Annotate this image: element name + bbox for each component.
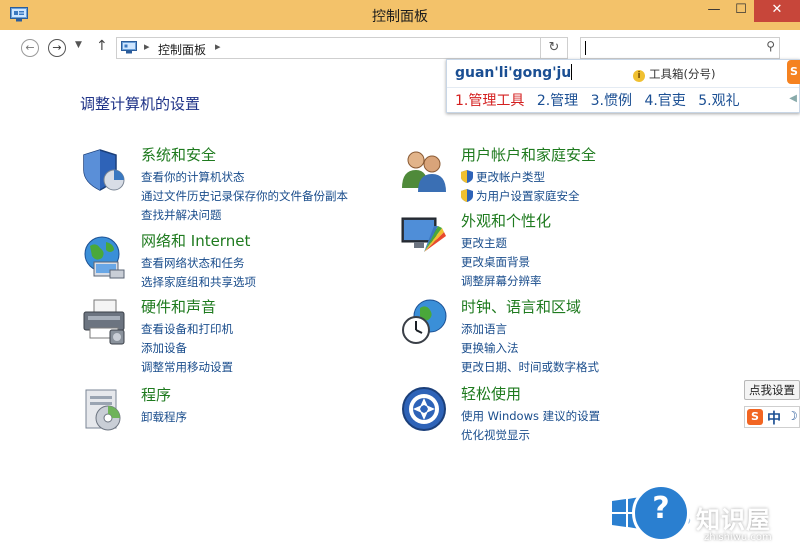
ime-toolbox-button[interactable]: i 工具箱(分号) xyxy=(633,66,715,82)
link-family-safety[interactable]: 为用户设置家庭安全 xyxy=(461,187,580,206)
link-add-device[interactable]: 添加设备 xyxy=(141,339,233,358)
toolbox-icon: i xyxy=(633,70,645,82)
title-bar: 控制面板 — ☐ ✕ xyxy=(0,0,800,30)
back-button[interactable]: ← xyxy=(21,39,39,57)
ime-page-prev-icon[interactable]: ◀ xyxy=(789,93,797,104)
search-icon[interactable]: ⚲ xyxy=(766,39,775,53)
window-title: 控制面板 xyxy=(372,9,428,25)
search-input[interactable] xyxy=(585,40,755,56)
breadcrumb-chevron-icon[interactable]: ▸ xyxy=(215,40,221,53)
link-homegroup-sharing[interactable]: 选择家庭组和共享选项 xyxy=(141,273,256,292)
category-title[interactable]: 外观和个性化 xyxy=(461,210,551,231)
hardware-sound-icon[interactable] xyxy=(80,298,128,346)
page-heading: 调整计算机的设置 xyxy=(80,95,201,113)
appearance-icon[interactable] xyxy=(400,212,448,260)
maximize-button[interactable]: ☐ xyxy=(728,0,754,22)
link-change-theme[interactable]: 更改主题 xyxy=(461,234,542,253)
link-optimize-visual-display[interactable]: 优化视觉显示 xyxy=(461,426,600,445)
link-label: 为用户设置家庭安全 xyxy=(476,189,580,203)
ime-composition: guan'li'gong'ju xyxy=(455,64,573,81)
category-title[interactable]: 系统和安全 xyxy=(141,144,216,165)
link-network-status[interactable]: 查看网络状态和任务 xyxy=(141,254,256,273)
help-question-icon: ? xyxy=(632,484,690,542)
link-recommended-settings[interactable]: 使用 Windows 建议的设置 xyxy=(461,407,600,426)
ime-candidate-window: guan'li'gong'ju i 工具箱(分号) S 1.管理工具 2.管理 3… xyxy=(446,59,800,113)
network-internet-icon[interactable] xyxy=(80,232,128,280)
watermark-domain: zhishiwu.com xyxy=(704,532,772,543)
breadcrumb-control-panel[interactable]: 控制面板 xyxy=(158,41,206,58)
watermark-brand: 知识屋 xyxy=(696,506,771,534)
uac-shield-icon xyxy=(461,189,473,202)
ime-candidate-list: 1.管理工具 2.管理 3.惯例 4.官吏 5.观礼 xyxy=(455,90,748,110)
link-file-history-backup[interactable]: 通过文件历史记录保存你的文件备份副本 xyxy=(141,187,348,206)
category-title[interactable]: 程序 xyxy=(141,384,171,405)
ime-chinese-mode-toggle[interactable]: 中 xyxy=(767,408,781,428)
ime-settings-tooltip[interactable]: 点我设置 xyxy=(744,380,800,400)
toolbox-label: 工具箱(分号) xyxy=(649,67,716,81)
category-title[interactable]: 硬件和声音 xyxy=(141,296,216,317)
ime-candidate[interactable]: 5.观礼 xyxy=(698,90,739,110)
question-mark: ? xyxy=(652,491,670,526)
sogou-status-logo-icon[interactable]: S xyxy=(747,409,763,425)
link-devices-printers[interactable]: 查看设备和打印机 xyxy=(141,320,233,339)
ime-pinyin-text: guan'li'gong'ju xyxy=(455,65,572,81)
link-label: 更改帐户类型 xyxy=(476,170,545,184)
ime-candidate[interactable]: 1.管理工具 xyxy=(455,90,524,110)
sogou-logo-icon: S xyxy=(787,60,800,84)
link-mobility-settings[interactable]: 调整常用移动设置 xyxy=(141,358,233,377)
category-title[interactable]: 用户帐户和家庭安全 xyxy=(461,144,596,165)
link-troubleshoot[interactable]: 查找并解决问题 xyxy=(141,206,348,225)
watermark: 8 ? 知识屋 zhishiwu.com xyxy=(612,484,800,560)
breadcrumb-separator-icon[interactable]: ▸ xyxy=(144,40,150,53)
control-panel-icon xyxy=(121,41,137,54)
ime-candidate[interactable]: 4.官吏 xyxy=(644,90,685,110)
link-desktop-background[interactable]: 更改桌面背景 xyxy=(461,253,542,272)
ime-candidate[interactable]: 3.惯例 xyxy=(591,90,632,110)
link-screen-resolution[interactable]: 调整屏幕分辨率 xyxy=(461,272,542,291)
ime-status-bar[interactable]: S 中 ☽ xyxy=(744,406,800,428)
ime-candidate[interactable]: 2.管理 xyxy=(537,90,578,110)
recent-locations-chevron-icon[interactable]: ▼ xyxy=(75,40,82,50)
minimize-button[interactable]: — xyxy=(700,0,728,22)
link-date-time-format[interactable]: 更改日期、时间或数字格式 xyxy=(461,358,599,377)
ime-halfwidth-moon-icon[interactable]: ☽ xyxy=(787,409,798,423)
category-title[interactable]: 网络和 Internet xyxy=(141,230,250,251)
link-uninstall-program[interactable]: 卸载程序 xyxy=(141,408,187,427)
address-box[interactable]: ▸ 控制面板 ▸ ↻ xyxy=(116,37,568,59)
uac-shield-icon xyxy=(461,170,473,183)
refresh-button[interactable]: ↻ xyxy=(540,38,567,58)
search-box[interactable]: ⚲ xyxy=(580,37,780,59)
ime-caret xyxy=(571,64,573,80)
text-caret xyxy=(585,41,586,55)
ime-divider xyxy=(447,87,799,88)
clock-language-icon[interactable] xyxy=(400,298,448,346)
programs-icon[interactable] xyxy=(80,386,128,434)
link-add-language[interactable]: 添加语言 xyxy=(461,320,599,339)
category-title[interactable]: 时钟、语言和区域 xyxy=(461,296,581,317)
close-button[interactable]: ✕ xyxy=(754,0,800,22)
link-change-input-method[interactable]: 更换输入法 xyxy=(461,339,599,358)
up-button[interactable]: ↑ xyxy=(96,38,108,54)
category-title[interactable]: 轻松使用 xyxy=(461,383,521,404)
system-security-icon[interactable] xyxy=(80,146,128,194)
forward-button[interactable]: → xyxy=(48,39,66,57)
ease-of-access-icon[interactable] xyxy=(400,385,448,433)
user-accounts-icon[interactable] xyxy=(400,146,448,194)
link-change-account-type[interactable]: 更改帐户类型 xyxy=(461,168,580,187)
link-view-computer-status[interactable]: 查看你的计算机状态 xyxy=(141,168,348,187)
